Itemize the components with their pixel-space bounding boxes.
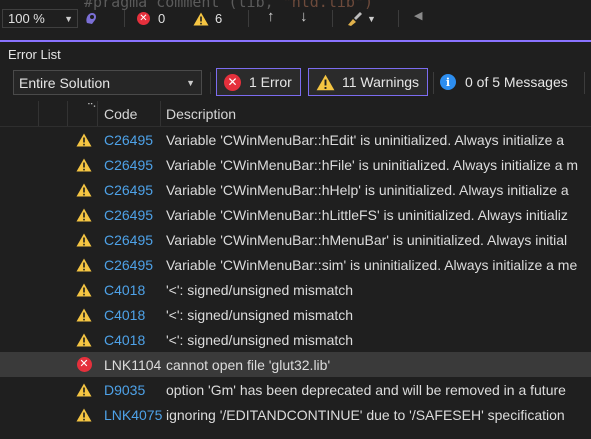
warning-icon xyxy=(75,381,93,398)
editor-code-line: #pragma comment (lib, "ntd.lib") xyxy=(84,0,373,11)
warning-icon xyxy=(75,181,93,198)
toolbar-separator xyxy=(398,10,399,27)
warning-icon xyxy=(193,12,209,26)
errors-filter-label: 1 Error xyxy=(249,74,292,90)
error-icon: ✕ xyxy=(75,356,93,373)
arrow-up-icon[interactable]: ↑ xyxy=(267,8,275,25)
error-description: '<': signed/unsigned mismatch xyxy=(166,331,354,348)
error-description: Variable 'CWinMenuBar::hEdit' is uniniti… xyxy=(166,131,565,148)
error-code-link[interactable]: C26495 xyxy=(104,202,153,227)
status-error-count-label: 0 xyxy=(158,11,166,26)
chevron-down-icon: ▼ xyxy=(367,13,376,24)
error-code-link[interactable]: C26495 xyxy=(104,177,153,202)
toolbar-separator xyxy=(210,72,211,94)
scope-dropdown[interactable]: Entire Solution ▼ xyxy=(13,70,202,95)
error-code-link[interactable]: C26495 xyxy=(104,252,153,277)
error-icon: ✕ xyxy=(137,12,150,25)
toolbar-separator xyxy=(248,10,249,27)
error-description: Variable 'CWinMenuBar::hHelp' is uniniti… xyxy=(166,181,569,198)
panel-title: Error List xyxy=(8,47,61,62)
warning-icon xyxy=(316,74,335,91)
error-icon: ✕ xyxy=(224,73,241,91)
table-row[interactable]: C26495 Variable 'CWinMenuBar::hMenuBar' i… xyxy=(0,227,591,252)
error-description: Variable 'CWinMenuBar::hMenuBar' is unin… xyxy=(166,231,568,248)
chevron-down-icon: ▼ xyxy=(64,13,73,24)
warning-icon xyxy=(75,406,93,423)
intellicode-icon[interactable] xyxy=(84,9,99,28)
table-row[interactable]: C4018 '<': signed/unsigned mismatch xyxy=(0,302,591,327)
toolbar-separator xyxy=(332,10,333,27)
table-row[interactable]: C4018 '<': signed/unsigned mismatch xyxy=(0,327,591,352)
error-list-toolbar: Entire Solution ▼ ✕ 1 Error 11 Warnings … xyxy=(0,68,591,98)
error-code-link: LNK1104 xyxy=(104,356,162,373)
error-list-panel: Error List Entire Solution ▼ ✕ 1 Error 1… xyxy=(0,42,591,439)
error-description: '<': signed/unsigned mismatch xyxy=(166,281,354,298)
error-description: option 'Gm' has been deprecated and will… xyxy=(166,381,566,398)
error-description: cannot open file 'glut32.lib' xyxy=(166,356,331,373)
table-row[interactable]: C26495 Variable 'CWinMenuBar::sim' is uni… xyxy=(0,252,591,277)
grid-rows: C26495 Variable 'CWinMenuBar::hEdit' is u… xyxy=(0,127,591,427)
table-row[interactable]: C26495 Variable 'CWinMenuBar::hLittleFS' … xyxy=(0,202,591,227)
error-code-link[interactable]: C26495 xyxy=(104,227,153,252)
toolbar-separator xyxy=(433,72,434,94)
error-code-link[interactable]: LNK4075 xyxy=(104,402,162,427)
warning-icon xyxy=(75,281,93,298)
error-description: Variable 'CWinMenuBar::hLittleFS' is uni… xyxy=(166,206,568,223)
messages-filter-label: 0 of 5 Messages xyxy=(465,74,568,90)
warnings-filter-button[interactable]: 11 Warnings xyxy=(308,68,429,96)
warning-icon xyxy=(75,206,93,223)
errors-filter-button[interactable]: ✕ 1 Error xyxy=(216,68,301,96)
arrow-down-icon[interactable]: ↓ xyxy=(300,8,308,25)
status-error-count[interactable]: ✕ 0 xyxy=(137,9,165,28)
warning-icon xyxy=(75,131,93,148)
messages-filter-button[interactable]: i 0 of 5 Messages xyxy=(440,68,568,96)
status-warning-count-label: 6 xyxy=(215,11,223,26)
table-row[interactable]: C4018 '<': signed/unsigned mismatch xyxy=(0,277,591,302)
warning-icon xyxy=(75,306,93,323)
warnings-filter-label: 11 Warnings xyxy=(342,74,420,90)
error-description: ignoring '/EDITANDCONTINUE' due to '/SAF… xyxy=(166,406,565,423)
error-code-link[interactable]: C26495 xyxy=(104,152,153,177)
toolbar-separator xyxy=(124,10,125,27)
error-grid: ⠉⠂ Code Description C26495 Variable 'CWin… xyxy=(0,101,591,427)
column-header-code[interactable]: Code xyxy=(104,101,137,126)
error-code-link[interactable]: C4018 xyxy=(104,277,145,302)
info-icon: i xyxy=(440,74,456,90)
column-separator xyxy=(38,101,39,126)
column-separator xyxy=(67,101,68,126)
table-row[interactable]: ✕ LNK1104 cannot open file 'glut32.lib' xyxy=(0,352,591,377)
error-code-link[interactable]: D9035 xyxy=(104,377,145,402)
error-description: Variable 'CWinMenuBar::sim' is uninitial… xyxy=(166,256,578,273)
table-row[interactable]: C26495 Variable 'CWinMenuBar::hEdit' is u… xyxy=(0,127,591,152)
cleanup-brush-button[interactable]: ▼ xyxy=(346,9,376,28)
scroll-left-icon[interactable]: ◀ xyxy=(414,9,422,22)
warning-icon xyxy=(75,256,93,273)
table-row[interactable]: C26495 Variable 'CWinMenuBar::hFile' is u… xyxy=(0,152,591,177)
warning-icon xyxy=(75,156,93,173)
editor-status-strip: #pragma comment (lib, "ntd.lib") 100 % ▼… xyxy=(0,0,591,30)
error-code-link[interactable]: C26495 xyxy=(104,127,153,152)
table-row[interactable]: D9035 option 'Gm' has been deprecated and… xyxy=(0,377,591,402)
column-separator xyxy=(160,101,161,126)
column-separator xyxy=(97,101,98,126)
chevron-down-icon: ▼ xyxy=(186,77,195,88)
toolbar-separator xyxy=(584,72,585,94)
column-header-description[interactable]: Description xyxy=(166,101,236,126)
warning-icon xyxy=(75,231,93,248)
warning-icon xyxy=(75,331,93,348)
grid-header: ⠉⠂ Code Description xyxy=(0,101,591,127)
error-description: '<': signed/unsigned mismatch xyxy=(166,306,354,323)
status-warning-count[interactable]: 6 xyxy=(193,9,222,28)
table-row[interactable]: C26495 Variable 'CWinMenuBar::hHelp' is u… xyxy=(0,177,591,202)
error-code-link[interactable]: C4018 xyxy=(104,327,145,352)
zoom-value: 100 % xyxy=(8,11,45,26)
error-code-link[interactable]: C4018 xyxy=(104,302,145,327)
zoom-select[interactable]: 100 % ▼ xyxy=(2,9,78,28)
brush-icon xyxy=(348,11,362,26)
table-row[interactable]: LNK4075 ignoring '/EDITANDCONTINUE' due t… xyxy=(0,402,591,427)
scope-value: Entire Solution xyxy=(19,74,111,91)
error-description: Variable 'CWinMenuBar::hFile' is uniniti… xyxy=(166,156,579,173)
